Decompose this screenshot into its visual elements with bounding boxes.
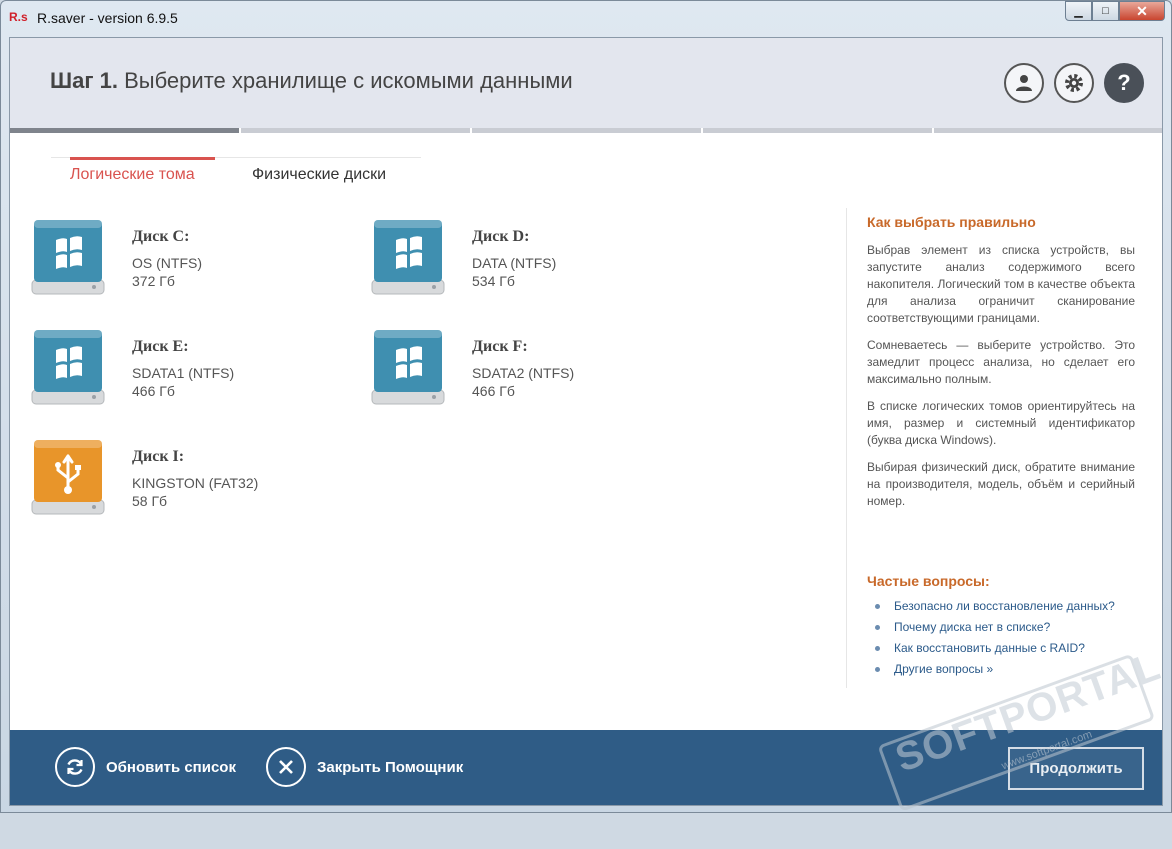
progress-separator [239,128,241,133]
progress-fill [10,128,241,133]
title-bar[interactable]: R.s R.saver - version 6.9.5 ▁ □ ✕ [1,1,1171,35]
step-number: Шаг 1. [50,68,118,93]
refresh-list-button[interactable]: Обновить список [55,747,236,787]
progress-separator [701,128,703,133]
disk-item[interactable]: Диск I: KINGSTON (FAT32) 58 Гб [10,438,330,528]
disk-size: 372 Гб [132,273,175,289]
continue-button[interactable]: Продолжить [1008,747,1144,790]
disk-label-filesystem: KINGSTON (FAT32) [132,475,259,491]
windows-drive-icon [31,330,105,405]
sidebar-paragraph: Выбирая физический диск, обратите вниман… [867,460,1135,508]
disk-item[interactable]: Диск D: DATA (NTFS) 534 Гб [350,218,670,308]
disk-size: 466 Гб [472,383,515,399]
disk-label-filesystem: DATA (NTFS) [472,255,557,271]
minimize-button[interactable]: ▁ [1065,1,1092,21]
close-wizard-label: Закрыть Помощник [317,758,464,776]
faq-link[interactable]: Почему диска нет в списке? [867,620,1147,634]
faq-heading: Частые вопросы: [867,573,990,589]
footer-bar: Обновить список Закрыть Помощник Продолж… [10,730,1162,805]
progress-separator [470,128,472,133]
help-sidebar: Как выбрать правильно Выбрав элемент из … [867,214,1135,520]
tab-bar: Логические тома Физические диски [51,157,421,187]
disk-name: Диск I: [132,448,185,465]
disk-item[interactable]: Диск E: SDATA1 (NTFS) 466 Гб [10,328,330,418]
windows-drive-icon [31,220,105,295]
usb-drive-icon [31,440,105,515]
sidebar-heading: Как выбрать правильно [867,214,1036,230]
client-area: Шаг 1. Выберите хранилище с искомыми дан… [9,37,1163,806]
window-controls: ▁ □ ✕ [1065,1,1165,21]
app-window: R.s R.saver - version 6.9.5 ▁ □ ✕ Шаг 1.… [0,0,1172,813]
close-wizard-button[interactable]: Закрыть Помощник [266,747,463,787]
help-icon: ? [1117,70,1131,95]
refresh-label: Обновить список [106,758,236,776]
faq-section: Частые вопросы: Безопасно ли восстановле… [867,573,1147,683]
faq-link[interactable]: Другие вопросы » [867,662,1147,676]
step-progress-bar [10,128,1162,133]
page-title: Шаг 1. Выберите хранилище с искомыми дан… [50,68,573,94]
disk-name: Диск D: [472,228,530,245]
sidebar-paragraph: В списке логических томов ориентируйтесь… [867,399,1135,447]
sidebar-paragraph: Сомневаетесь — выберите устройство. Это … [867,338,1135,386]
tab-physical-disks[interactable]: Физические диски [252,166,386,184]
app-logo: R.s [9,10,28,24]
refresh-icon [55,747,95,787]
step-text: Выберите хранилище с искомыми данными [124,68,573,93]
account-button[interactable] [1004,63,1044,103]
close-icon [266,747,306,787]
windows-drive-icon [371,220,445,295]
disk-name: Диск E: [132,338,189,355]
user-icon [1016,75,1032,91]
settings-button[interactable] [1054,63,1094,103]
disk-label-filesystem: SDATA2 (NTFS) [472,365,575,381]
window-title: R.saver - version 6.9.5 [37,10,178,26]
maximize-button[interactable]: □ [1092,1,1119,21]
disk-label-filesystem: SDATA1 (NTFS) [132,365,235,381]
close-icon: ✕ [1136,2,1148,19]
disk-size: 534 Гб [472,273,515,289]
disk-item[interactable]: Диск F: SDATA2 (NTFS) 466 Гб [350,328,670,418]
disk-size: 466 Гб [132,383,175,399]
windows-drive-icon [371,330,445,405]
disk-name: Диск C: [132,228,190,245]
disk-item[interactable]: Диск C: OS (NTFS) 372 Гб [10,218,330,308]
faq-link[interactable]: Безопасно ли восстановление данных? [867,599,1147,613]
help-button[interactable]: ? [1104,63,1144,103]
disk-size: 58 Гб [132,493,168,509]
gear-icon [1065,74,1083,92]
progress-separator [932,128,934,133]
minimize-icon: ▁ [1074,5,1083,18]
faq-link[interactable]: Как восстановить данные с RAID? [867,641,1147,655]
maximize-icon: □ [1102,5,1109,17]
disk-label-filesystem: OS (NTFS) [132,255,202,271]
close-window-button[interactable]: ✕ [1119,1,1165,21]
disk-name: Диск F: [472,338,528,355]
tab-logical-volumes[interactable]: Логические тома [70,166,195,184]
step-header: Шаг 1. Выберите хранилище с искомыми дан… [10,38,1162,133]
sidebar-paragraph: Выбрав элемент из списка устройств, вы з… [867,243,1135,325]
active-tab-indicator [70,157,215,160]
divider [846,208,847,688]
